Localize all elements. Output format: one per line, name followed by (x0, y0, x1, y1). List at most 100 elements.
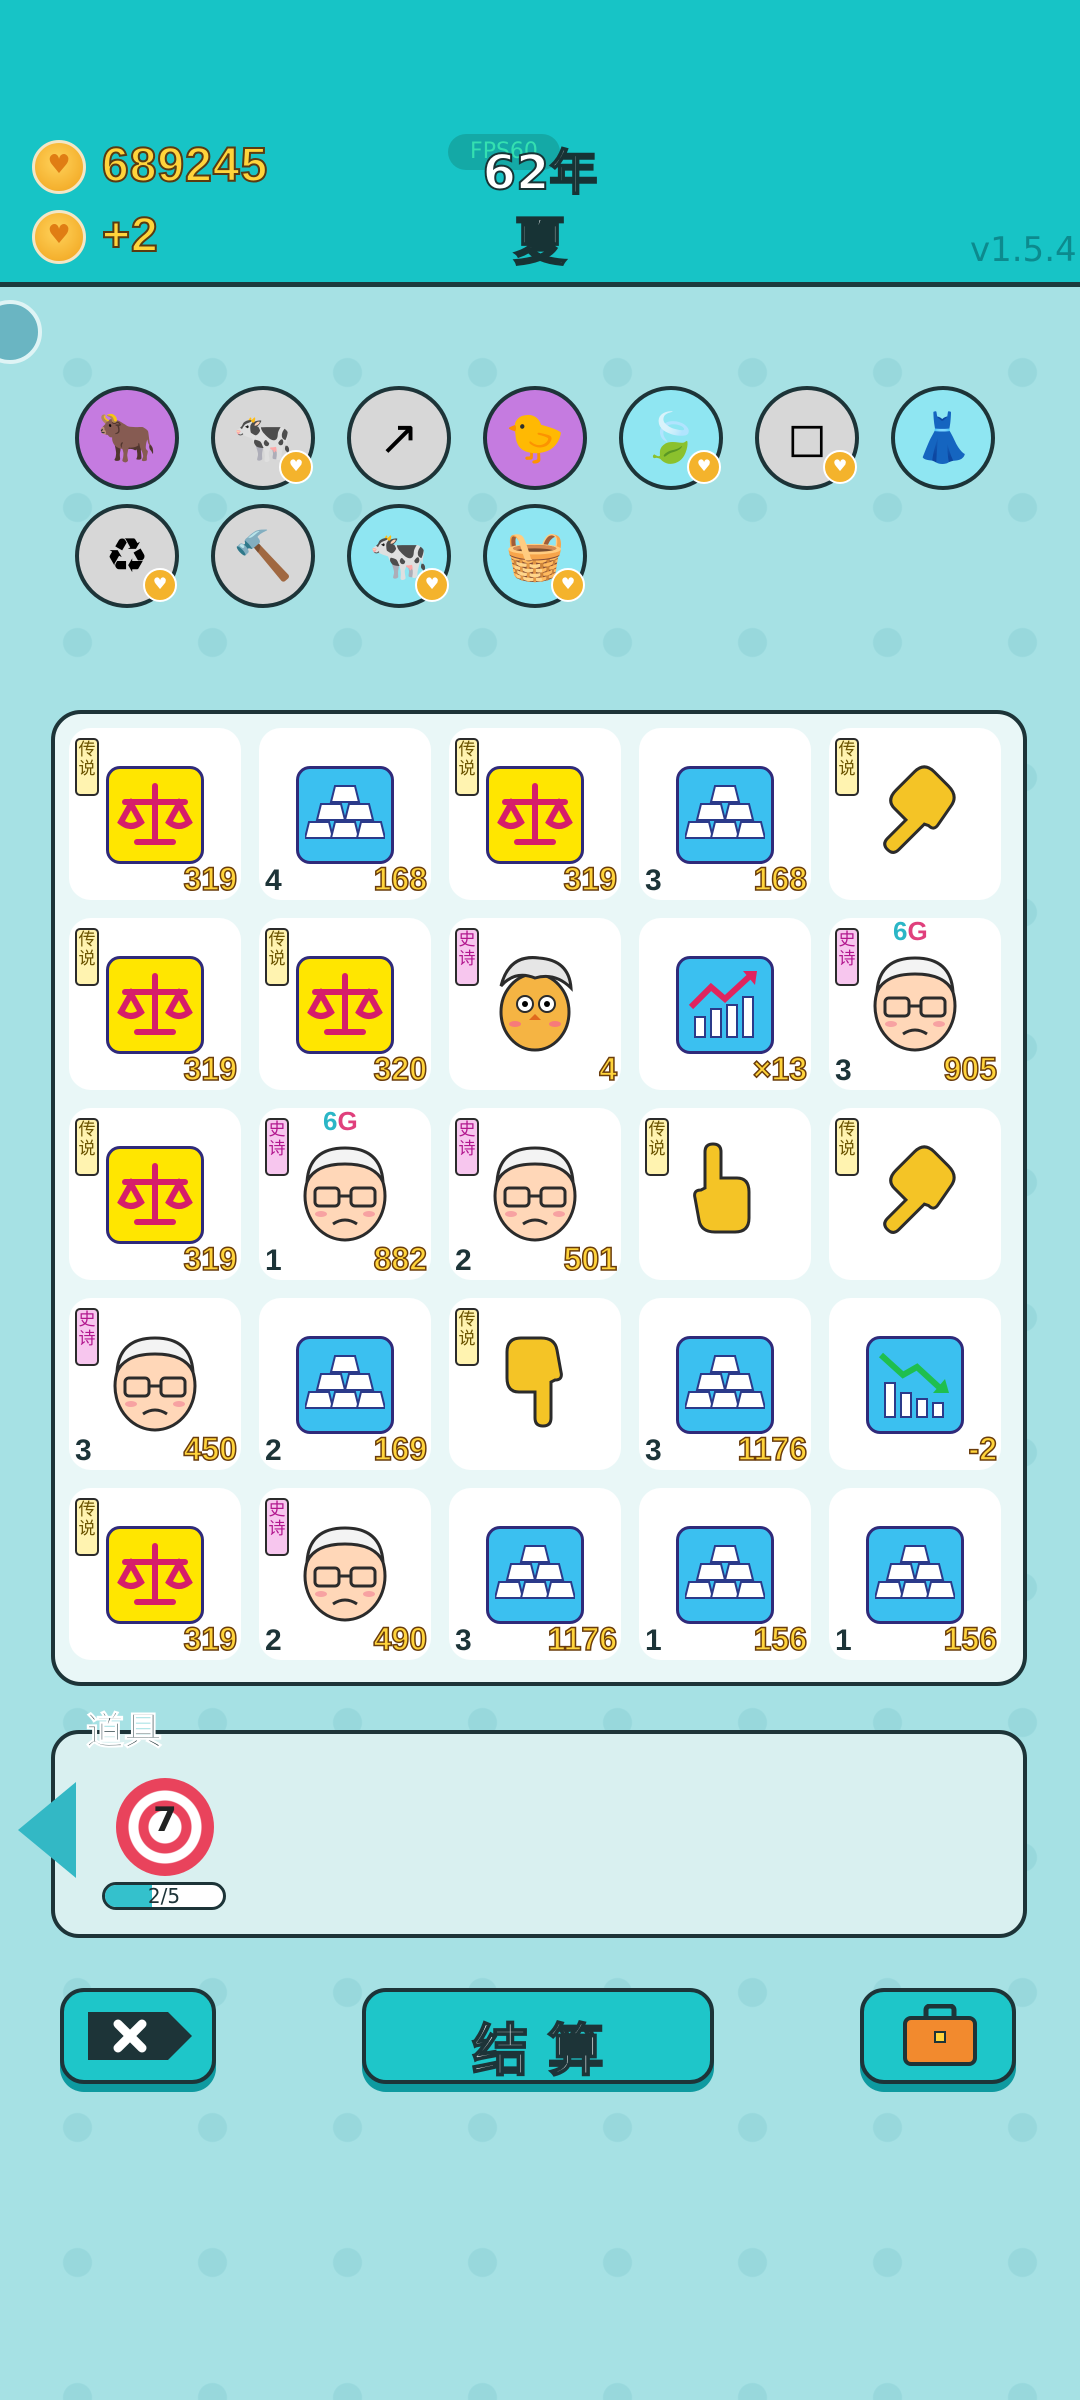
stock-up-icon (676, 956, 774, 1054)
board-cell[interactable]: 3 1176 (449, 1488, 621, 1660)
board-cell[interactable]: 史诗 2 490 (259, 1488, 431, 1660)
heart-badge-icon: ♥ (279, 450, 313, 484)
rarity-tag: 史诗 (75, 1308, 99, 1366)
scale-icon (106, 956, 204, 1054)
items-prev-arrow-icon[interactable] (18, 1782, 76, 1878)
old-man-icon (295, 1518, 395, 1628)
board-cell[interactable]: 传说 (639, 1108, 811, 1280)
board-cell[interactable]: -2 (829, 1298, 1001, 1470)
coin-income-icon (32, 210, 86, 264)
buff-skirt-icon[interactable]: 👗 (891, 386, 995, 490)
buff-cows-blue-icon[interactable]: 🐄 ♥ (347, 504, 451, 608)
board-cell[interactable]: 3 168 (639, 728, 811, 900)
settle-button[interactable]: 结 算 (362, 1988, 714, 2085)
board-cell[interactable]: 传说 (829, 1108, 1001, 1280)
cell-value: 168 (373, 860, 428, 898)
cell-count: 2 (455, 1244, 472, 1277)
generation-tag: 6G (323, 1106, 358, 1136)
bag-button[interactable] (860, 1988, 1016, 2084)
board-cell[interactable]: 史诗 6G 1 882 (259, 1106, 431, 1280)
version-label: v1.5.4 (970, 230, 1077, 270)
cell-value: 450 (183, 1430, 238, 1468)
board-cell[interactable]: 史诗 2 501 (449, 1108, 621, 1280)
rarity-tag: 传说 (645, 1118, 669, 1176)
arrow-up-icon: ↗ (378, 410, 420, 466)
top-bar: 689245 +2 FPS60 62年 夏 v1.5.4 (0, 0, 1080, 287)
board-cell[interactable]: ×13 (639, 918, 811, 1090)
rarity-tag: 史诗 (265, 1498, 289, 1556)
old-man-icon (485, 1138, 585, 1248)
board-cell[interactable]: 1 156 (639, 1488, 811, 1660)
board-cell[interactable]: 传说 320 (259, 918, 431, 1090)
buff-hammer-icon[interactable]: 🔨 (211, 504, 315, 608)
rarity-tag: 传说 (835, 1118, 859, 1176)
board-cell[interactable]: 传说 (829, 728, 1001, 900)
buff-blocks-icon[interactable]: ◻ ♥ (755, 386, 859, 490)
cell-value: 905 (943, 1050, 998, 1088)
board-cell[interactable]: 传说 319 (449, 728, 621, 900)
heart-badge-icon: ♥ (551, 568, 585, 602)
cell-count: 1 (645, 1624, 662, 1657)
items-label: 道具 (85, 1709, 163, 1754)
board-cell[interactable]: 史诗 4 (449, 918, 621, 1090)
hand-point-down-left-icon (865, 1133, 965, 1253)
buff-arrow-up-icon[interactable]: ↗ (347, 386, 451, 490)
cell-value: 156 (753, 1620, 808, 1658)
exit-button[interactable] (60, 1988, 216, 2084)
rarity-tag: 传说 (455, 1308, 479, 1366)
buff-leaf-icon[interactable]: 🍃 ♥ (619, 386, 723, 490)
board-cell[interactable]: 3 1176 (639, 1298, 811, 1470)
rarity-tag: 传说 (835, 738, 859, 796)
board-cell[interactable]: 传说 319 (69, 1488, 241, 1660)
cell-value: 1176 (547, 1620, 618, 1658)
board-cell[interactable]: 史诗 3 450 (69, 1298, 241, 1470)
cell-count: 4 (265, 864, 282, 897)
cell-count: 1 (835, 1624, 852, 1657)
skirt-icon: 👗 (913, 410, 973, 466)
buff-bull-cube-icon[interactable]: 🐂 (75, 386, 179, 490)
board-cell[interactable]: 史诗 6G 3 905 (829, 916, 1001, 1090)
cell-count: 3 (455, 1624, 472, 1657)
board-cell[interactable]: 1 156 (829, 1488, 1001, 1660)
exit-icon (88, 2012, 192, 2060)
heart-badge-icon: ♥ (415, 568, 449, 602)
rarity-tag: 史诗 (265, 1118, 289, 1176)
generation-tag: 6G (893, 916, 928, 946)
buff-fruit-basket-icon[interactable]: 🧺 ♥ (483, 504, 587, 608)
board-cell[interactable]: 2 169 (259, 1298, 431, 1470)
buff-recycle-icon[interactable]: ♻ ♥ (75, 504, 179, 608)
gold-bars-icon (676, 1336, 774, 1434)
old-man-icon (105, 1328, 205, 1438)
cell-value: ×13 (752, 1050, 808, 1088)
board-cell[interactable]: 传说 319 (69, 728, 241, 900)
old-man-icon (865, 948, 965, 1058)
rarity-tag: 传说 (75, 738, 99, 796)
hand-point-down-icon (485, 1323, 585, 1443)
board-cell[interactable]: 4 168 (259, 728, 431, 900)
cell-count: 3 (645, 1434, 662, 1467)
rarity-tag: 史诗 (835, 928, 859, 986)
board-cell[interactable]: 传说 (449, 1298, 621, 1470)
coin-total: 689245 (101, 138, 269, 193)
buff-chick-egg-icon[interactable]: 🐤 (483, 386, 587, 490)
hammer-icon: 🔨 (233, 528, 293, 584)
gold-bars-icon (866, 1526, 964, 1624)
rarity-tag: 传说 (75, 928, 99, 986)
board-cell[interactable]: 传说 319 (69, 918, 241, 1090)
rarity-tag: 传说 (265, 928, 289, 986)
stock-down-icon (866, 1336, 964, 1434)
scale-icon (106, 1526, 204, 1624)
board-cell[interactable]: 传说 319 (69, 1108, 241, 1280)
buff-cows-icon[interactable]: 🐄 ♥ (211, 386, 315, 490)
cell-value: 319 (183, 1240, 238, 1278)
old-man-icon (295, 1138, 395, 1248)
cell-count: 3 (835, 1054, 852, 1087)
cell-value: 319 (183, 860, 238, 898)
rarity-tag: 传说 (75, 1498, 99, 1556)
scale-icon (486, 766, 584, 864)
cell-value: 1176 (737, 1430, 808, 1468)
cell-value: 501 (563, 1240, 618, 1278)
cell-count: 3 (645, 864, 662, 897)
game-board: 传说 319 4 168 传说 319 3 168 传说传说 319 传说 320 史诗 4 ×13 史诗 6G… (51, 710, 1027, 1686)
chick-egg-icon: 🐤 (505, 410, 565, 466)
